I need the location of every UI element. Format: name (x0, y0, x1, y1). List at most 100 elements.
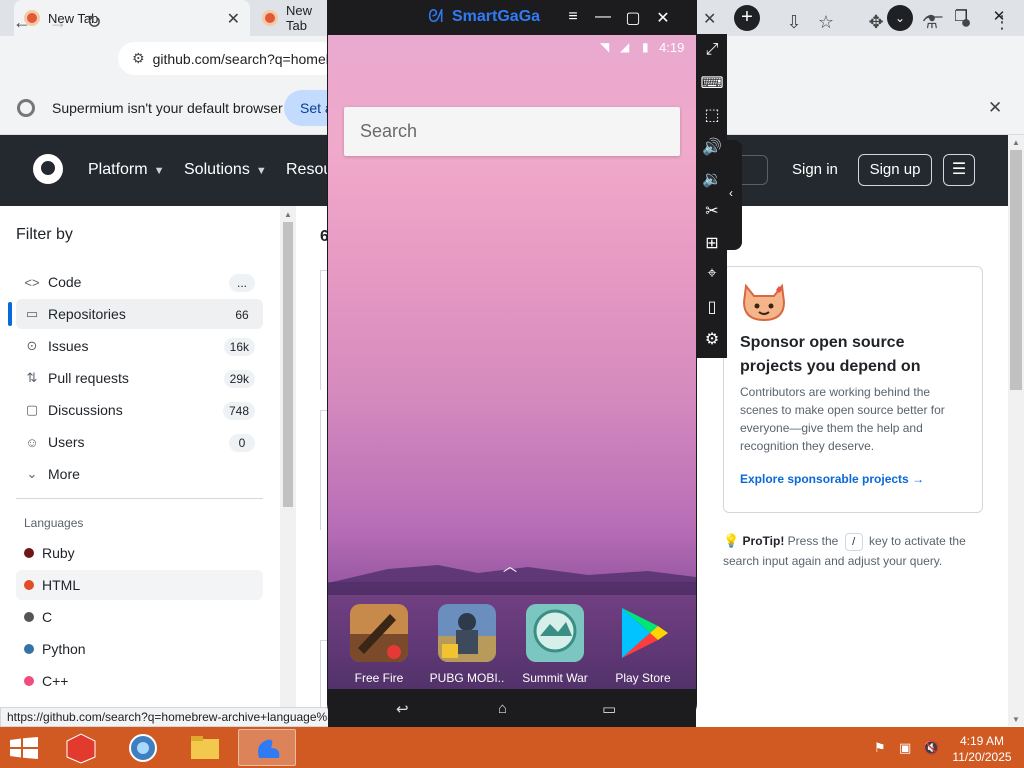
volume-down-icon[interactable]: 🔉 (700, 169, 724, 189)
taskbar-app-2[interactable] (114, 729, 172, 766)
language-item-ruby[interactable]: Ruby (16, 538, 263, 568)
browser-favicon-icon (262, 10, 278, 26)
new-tab-button[interactable]: + (734, 5, 760, 31)
settings-gear-icon[interactable]: ⚙ (700, 329, 724, 349)
volume-up-icon[interactable]: 🔊 (700, 137, 724, 157)
language-item-python[interactable]: Python (16, 634, 263, 664)
taskbar-smartgaga[interactable] (238, 729, 296, 766)
scroll-up-arrow-icon[interactable]: ▲ (1012, 138, 1020, 147)
tab-close-icon[interactable]: ✕ (227, 9, 240, 29)
filter-item-discussions[interactable]: ▢ Discussions 748 (16, 395, 263, 425)
reload-icon[interactable]: ↻ (80, 8, 108, 36)
filter-item-users[interactable]: ☺ Users 0 (16, 427, 263, 457)
back-nav-icon[interactable]: ↩ (396, 700, 409, 718)
sign-up-button[interactable]: Sign up (858, 154, 932, 186)
address-url: github.com/search?q=homebrew-archive+lan… (152, 50, 338, 67)
free-fire-app-icon[interactable] (350, 604, 408, 662)
filter-item-issues[interactable]: ⊙ Issues 16k (16, 331, 263, 361)
language-label: C (42, 609, 53, 625)
browser-logo-icon (17, 99, 35, 117)
location-pin-icon[interactable]: ⌖ (700, 265, 724, 283)
sidebar-scrollbar-thumb[interactable] (283, 222, 293, 507)
fullscreen-icon[interactable]: ⤢ (700, 41, 724, 59)
filter-item-pull-requests[interactable]: ⇅ Pull requests 29k (16, 363, 263, 393)
language-color-dot (24, 580, 34, 590)
extensions-icon[interactable]: ✥ (862, 8, 890, 36)
scroll-down-arrow-icon[interactable]: ▼ (1012, 715, 1020, 724)
app-label: PUBG MOBI.. (429, 671, 505, 685)
profile-icon[interactable]: ● (952, 8, 980, 36)
nav-label: Platform (88, 161, 148, 178)
action-center-flag-icon[interactable]: ⚑ (874, 740, 886, 756)
language-item-html[interactable]: HTML (16, 570, 263, 600)
infobar-message: Supermium isn't your default browser (52, 100, 283, 116)
filter-item-code[interactable]: <> Code ... (16, 267, 263, 297)
language-label: HTML (42, 577, 81, 593)
bookmark-star-icon[interactable]: ☆ (812, 8, 840, 36)
folder-icon (191, 736, 219, 759)
filter-item-repositories[interactable]: ▭ Repositories 66 (16, 299, 263, 329)
shake-icon[interactable]: ▯ (700, 297, 724, 317)
taskbar-app-1[interactable] (52, 729, 110, 766)
language-item-c[interactable]: C (16, 602, 263, 632)
forward-arrow-icon[interactable]: → (44, 8, 72, 36)
scroll-up-arrow-icon[interactable]: ▲ (284, 210, 292, 219)
filter-label: Users (48, 434, 85, 450)
emulator-maximize-icon[interactable]: ▢ (622, 8, 644, 28)
taskbar-file-explorer[interactable] (176, 729, 234, 766)
taskbar-clock[interactable]: 4:19 AM 11/20/2025 (950, 733, 1014, 765)
nav-solutions[interactable]: Solutions ▼ (184, 161, 267, 179)
address-bar[interactable]: ⚙ github.com/search?q=homebrew-archive+l… (118, 42, 338, 75)
emulator-minimize-icon[interactable]: — (592, 8, 614, 26)
network-icon[interactable]: ▣ (899, 740, 911, 756)
screenshot-scissors-icon[interactable]: ✂ (700, 201, 724, 221)
tab-search-button[interactable]: ⌄ (887, 5, 913, 31)
app-drawer-chevron-icon[interactable]: ︿ (503, 556, 517, 576)
app-label: Summit War (522, 671, 588, 685)
windows-start-icon[interactable] (10, 737, 38, 759)
explore-sponsorable-link[interactable]: Explore sponsorable projects → (740, 472, 924, 486)
discussion-icon: ▢ (25, 402, 39, 417)
emulator-menu-icon[interactable]: ≡ (562, 8, 584, 26)
clock-date: 11/20/2025 (952, 750, 1012, 764)
page-scrollbar-thumb[interactable] (1010, 150, 1022, 390)
menu-kebab-icon[interactable]: ⋮ (988, 8, 1016, 36)
android-search-bar[interactable]: Search (344, 107, 680, 156)
keyboard-icon[interactable]: ⌨ (700, 73, 724, 93)
pull-request-icon: ⇅ (26, 370, 38, 385)
home-nav-icon[interactable]: ⌂ (498, 700, 507, 717)
filter-settings-icon[interactable]: ☰ (943, 154, 975, 186)
install-app-icon[interactable]: ⇩ (780, 8, 808, 36)
summit-war-app-icon[interactable] (526, 604, 584, 662)
infobar-close-icon[interactable]: ✕ (988, 98, 1002, 118)
mona-octocat-icon (742, 283, 786, 322)
nav-resources[interactable]: Resources (286, 161, 327, 179)
nav-platform[interactable]: Platform ▼ (88, 161, 164, 179)
selected-indicator (8, 302, 12, 326)
play-store-app-icon[interactable] (614, 604, 672, 662)
volume-muted-icon[interactable]: 🔇 (923, 740, 939, 756)
chevron-down-icon: ▼ (255, 165, 267, 177)
site-info-icon[interactable]: ⚙ (132, 50, 145, 67)
filter-count: ... (229, 274, 255, 292)
apk-install-icon[interactable]: ⬚ (700, 105, 724, 125)
emulator-close-icon[interactable]: ✕ (652, 8, 674, 28)
labs-flask-icon[interactable]: ⚗ (916, 8, 944, 36)
smartgaga-swan-icon (258, 739, 280, 758)
github-logo-icon[interactable] (33, 154, 63, 184)
filter-item-more[interactable]: ⌄ More (16, 459, 263, 489)
sidebar-divider (16, 498, 263, 499)
protip: 💡 ProTip! Press the / key to activate th… (723, 531, 983, 571)
chevron-down-icon: ⌄ (26, 466, 38, 481)
language-item-cpp[interactable]: C++ (16, 666, 263, 696)
code-icon: <> (24, 274, 40, 290)
multi-instance-icon[interactable]: ⊞ (700, 233, 724, 253)
browser-tab[interactable]: New Tab (252, 0, 332, 36)
chevron-left-icon[interactable]: ‹ (729, 186, 733, 200)
sign-in-link[interactable]: Sign in (792, 161, 838, 178)
repo-icon: ▭ (25, 306, 39, 321)
recents-nav-icon[interactable]: ▭ (602, 700, 616, 718)
language-color-dot (24, 644, 34, 654)
pubg-mobile-app-icon[interactable] (438, 604, 496, 662)
back-arrow-icon[interactable]: ← (8, 8, 36, 36)
